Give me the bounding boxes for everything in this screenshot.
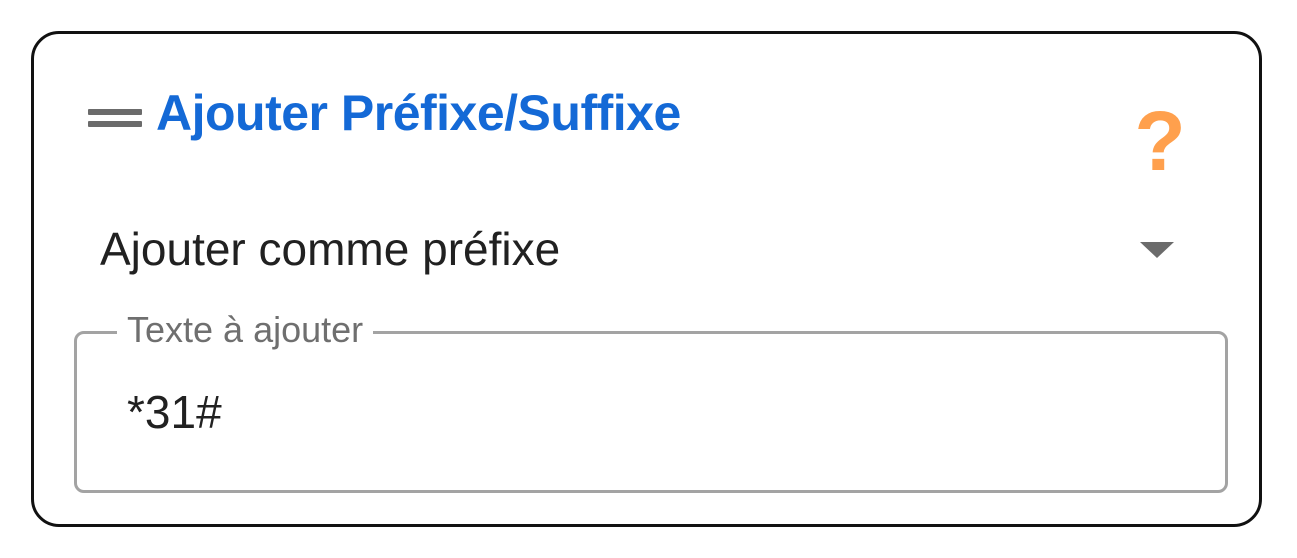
card-title: Ajouter Préfixe/Suffixe — [156, 85, 681, 141]
mode-select[interactable]: Ajouter comme préfixe — [100, 214, 1180, 284]
help-icon[interactable]: ? — [1128, 96, 1192, 186]
text-to-add-field: Texte à ajouter — [74, 306, 1228, 493]
text-to-add-input[interactable] — [127, 382, 1167, 442]
mode-select-value: Ajouter comme préfixe — [100, 223, 561, 275]
drag-handle-line — [88, 121, 142, 127]
prefix-suffix-card: Ajouter Préfixe/Suffixe ? Ajouter comme … — [31, 31, 1262, 527]
dropdown-arrow-icon — [1140, 242, 1174, 258]
drag-handle-line — [88, 109, 142, 115]
text-to-add-label: Texte à ajouter — [117, 306, 374, 354]
drag-handle-icon[interactable] — [88, 104, 142, 127]
